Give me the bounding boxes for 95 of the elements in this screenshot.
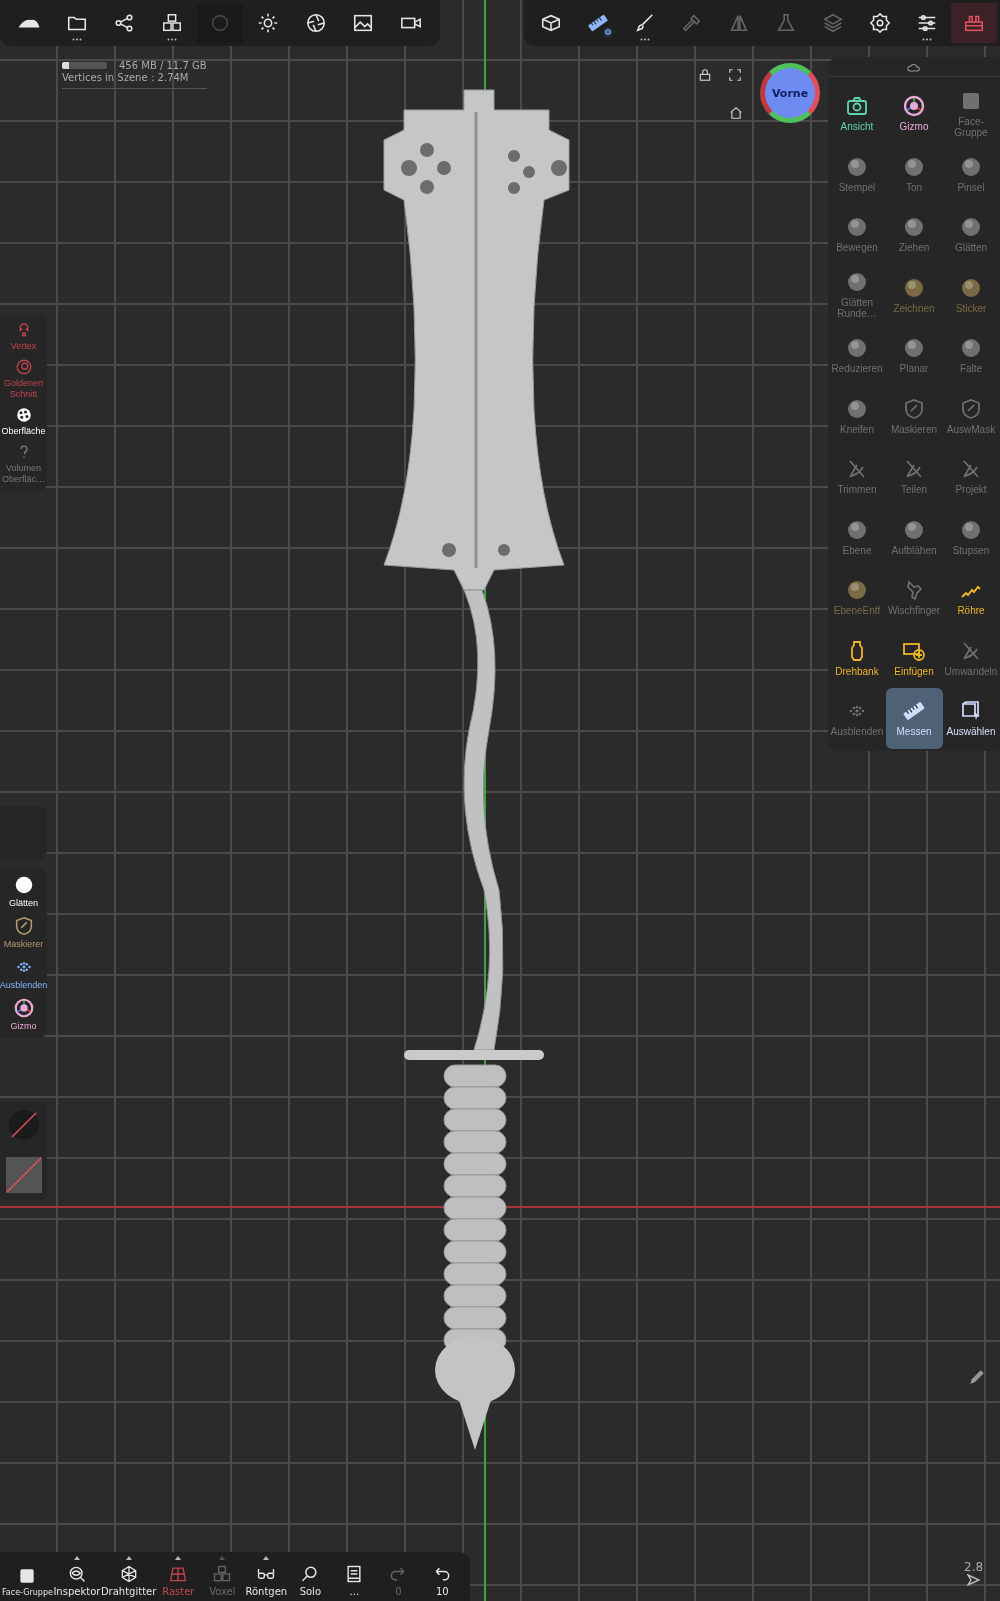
tool-button[interactable]: Messen: [885, 688, 943, 749]
tool-button[interactable]: Umwandeln: [942, 627, 1000, 688]
layers-icon: [822, 12, 844, 34]
tool-button[interactable]: Aufblähen: [885, 506, 943, 567]
tool-button[interactable]: Wischfinger: [885, 567, 943, 628]
toggle-button[interactable]: Raster: [156, 1564, 201, 1597]
cubes-icon: [212, 1564, 233, 1584]
tool-button[interactable]: Pinsel: [942, 143, 1000, 204]
box-icon: [540, 12, 562, 34]
tool-button[interactable]: Gizmo: [885, 83, 943, 144]
more-dots-icon: [167, 37, 178, 41]
caret-icon: [219, 1556, 226, 1560]
falloff-button[interactable]: Oberfläche: [0, 406, 47, 437]
falloff-button[interactable]: Goldenen Schnitt: [0, 358, 47, 400]
falloff-button[interactable]: Vertex: [0, 321, 47, 352]
sphere-icon: [209, 12, 231, 34]
settings-icon: [869, 12, 891, 34]
tool-button[interactable]: Bewegen: [828, 204, 886, 265]
tool-button[interactable]: Planar: [885, 325, 943, 386]
cloud-icon[interactable]: [907, 63, 921, 72]
tool-button[interactable]: Röhre: [942, 567, 1000, 628]
tool-button[interactable]: Face-Gruppe: [942, 83, 1000, 144]
sliders-icon: [916, 12, 938, 34]
zoom-readout: 2.8: [964, 1560, 984, 1574]
tool-button[interactable]: Zeichnen: [885, 264, 943, 325]
tool-button[interactable]: Falte: [942, 325, 1000, 386]
tool-button[interactable]: Stupsen: [942, 506, 1000, 567]
tool-button[interactable]: Stempel: [828, 143, 886, 204]
mirror-icon: [728, 12, 750, 34]
shape-icon: [17, 18, 40, 28]
vertex-count: Vertices in Szene：2.74M: [62, 71, 190, 85]
tool-button[interactable]: Teilen: [885, 446, 943, 507]
tool-button[interactable]: Ziehen: [885, 204, 943, 265]
falloff-button[interactable]: Volumen Oberfläc…: [0, 443, 47, 485]
memory-usage: 456 MB / 11.7 GB: [119, 60, 207, 71]
view-cube[interactable]: Vorne: [760, 63, 820, 123]
lock-icon[interactable]: [698, 68, 712, 82]
toggle-button[interactable]: Solo: [288, 1558, 333, 1597]
tool-button[interactable]: Ebene: [828, 506, 886, 567]
color-swatch[interactable]: [4, 1156, 43, 1194]
fullscreen-icon[interactable]: [728, 68, 742, 82]
caret-icon: [175, 1556, 182, 1560]
more-dots-icon: [71, 37, 82, 41]
gear-badge-icon: [603, 27, 613, 37]
aperture-icon: [304, 12, 327, 34]
tool-button[interactable]: Glätten: [942, 204, 1000, 265]
shield-icon: [959, 396, 983, 421]
tool-button[interactable]: Sticker: [942, 264, 1000, 325]
toolbox-button[interactable]: [951, 3, 997, 43]
share-icon: [113, 12, 136, 34]
play-icon[interactable]: [966, 1574, 981, 1586]
tool-button[interactable]: Trimmen: [828, 446, 886, 507]
toggle-button[interactable]: ...: [332, 1558, 377, 1597]
hammer-icon: [681, 12, 703, 34]
toggle-button[interactable]: Face-Gruppe: [2, 1560, 53, 1597]
tool-button[interactable]: AuswMask: [942, 385, 1000, 446]
tool-button[interactable]: Ton: [885, 143, 943, 204]
more-dots-icon: [922, 37, 932, 41]
brush-icon: [634, 12, 656, 34]
tool-button[interactable]: EbeneEntf: [828, 567, 886, 628]
cubes-icon: [161, 12, 184, 34]
toggle-button[interactable]: Inspektor: [52, 1564, 101, 1597]
tool-button[interactable]: Ausblenden: [828, 688, 886, 749]
tool-button[interactable]: Projekt: [942, 446, 1000, 507]
quick-tool-button[interactable]: Ausblenden: [0, 956, 47, 991]
shield-icon: [902, 396, 926, 421]
caret-icon: [73, 1556, 80, 1560]
tool-button[interactable]: Glätten Runde…: [828, 264, 886, 325]
toggle-button[interactable]: Drahtgitter: [100, 1564, 157, 1597]
tool-button[interactable]: Einfügen: [885, 627, 943, 688]
tool-button[interactable]: Ansicht: [828, 83, 886, 144]
quick-tool-button[interactable]: Maskierer: [0, 915, 47, 950]
image-icon: [352, 12, 375, 34]
toggle-button[interactable]: Röntgen: [244, 1564, 289, 1597]
tool-button[interactable]: Kneifen: [828, 385, 886, 446]
caret-icon: [263, 1556, 270, 1560]
gizmo-icon: [12, 997, 35, 1019]
tool-button[interactable]: Reduzieren: [828, 325, 886, 386]
spiral-icon: [14, 358, 33, 376]
home-icon[interactable]: [729, 106, 743, 120]
memory-bar: [62, 62, 107, 69]
tool-button[interactable]: Drehbank: [828, 627, 886, 688]
mesh-icon: [14, 406, 33, 424]
flask-icon: [775, 12, 797, 34]
caret-icon: [125, 1556, 132, 1560]
quick-tool-button[interactable]: Glätten: [0, 874, 47, 909]
toggle-button[interactable]: 10: [420, 1558, 465, 1597]
pencil-icon[interactable]: [968, 1368, 986, 1386]
sun-icon: [256, 12, 279, 34]
tool-button[interactable]: Auswählen: [942, 688, 1000, 749]
gizmo-icon: [902, 94, 926, 119]
color-swatch[interactable]: [6, 1108, 41, 1142]
more-dots-icon: [640, 37, 650, 41]
tool-button[interactable]: Maskieren: [885, 385, 943, 446]
quick-tool-button[interactable]: Gizmo: [0, 997, 47, 1032]
